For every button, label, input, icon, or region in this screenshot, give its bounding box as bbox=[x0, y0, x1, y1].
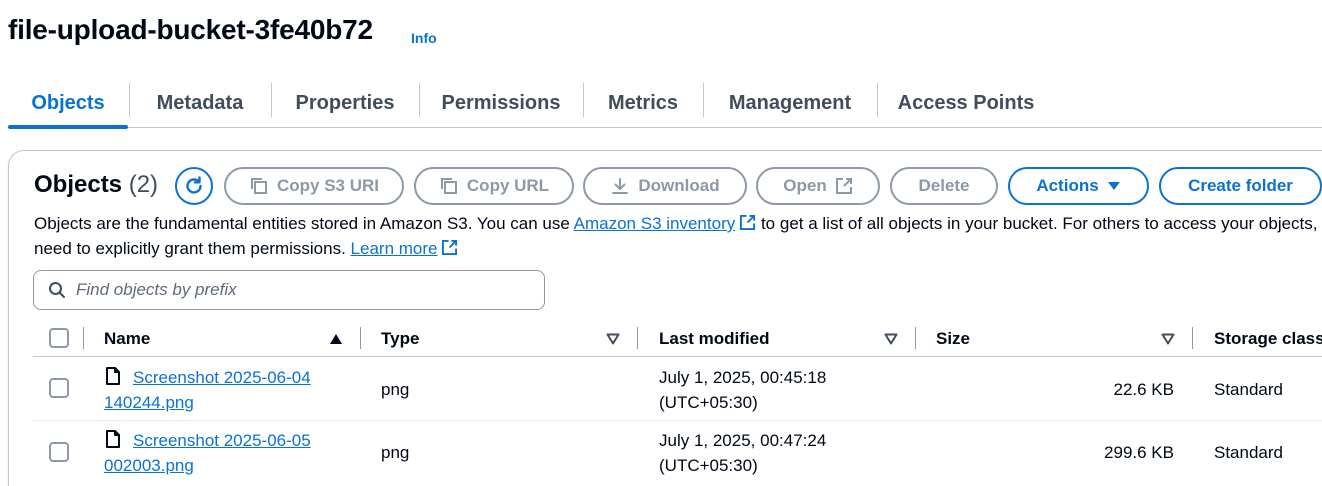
tab-bar: Objects Metadata Properties Permissions … bbox=[8, 78, 1322, 129]
column-divider[interactable] bbox=[360, 327, 361, 349]
column-header-name[interactable]: Name bbox=[104, 326, 150, 352]
open-button[interactable]: Open bbox=[756, 167, 880, 205]
tab-metrics[interactable]: Metrics bbox=[584, 78, 702, 128]
row-checkbox[interactable] bbox=[49, 378, 69, 398]
object-name-link[interactable]: 002003.png bbox=[104, 456, 194, 475]
table-row-size: 299.6 KB bbox=[1104, 443, 1174, 462]
modified-timezone: (UTC+05:30) bbox=[659, 456, 758, 475]
tab-management[interactable]: Management bbox=[704, 78, 876, 128]
modified-date: July 1, 2025, 00:47:24 bbox=[659, 431, 827, 450]
table-row-last-modified: July 1, 2025, 00:45:18 (UTC+05:30) bbox=[659, 365, 826, 415]
tab-metadata[interactable]: Metadata bbox=[130, 78, 270, 128]
table-row-type: png bbox=[381, 380, 410, 399]
modified-timezone: (UTC+05:30) bbox=[659, 393, 758, 412]
info-link[interactable]: Info bbox=[411, 30, 437, 46]
column-divider[interactable] bbox=[637, 327, 638, 349]
object-name-link[interactable]: 140244.png bbox=[104, 393, 194, 412]
tab-access-points[interactable]: Access Points bbox=[878, 78, 1054, 128]
column-divider[interactable] bbox=[1192, 327, 1193, 349]
sort-icon[interactable] bbox=[606, 333, 620, 345]
table-row-name[interactable]: Screenshot 2025-06-05 002003.png bbox=[104, 428, 311, 478]
sort-ascending-icon[interactable] bbox=[329, 333, 343, 345]
actions-label: Actions bbox=[1036, 176, 1099, 195]
column-divider bbox=[83, 327, 84, 349]
caret-down-icon bbox=[1107, 182, 1120, 190]
refresh-icon bbox=[186, 176, 202, 194]
table-header-divider bbox=[33, 356, 1322, 357]
row-checkbox[interactable] bbox=[49, 442, 69, 462]
table-row-name[interactable]: Screenshot 2025-06-04 140244.png bbox=[104, 365, 311, 415]
description-text: to get a list of all objects in your buc… bbox=[756, 214, 1322, 233]
download-icon bbox=[612, 178, 629, 194]
download-button[interactable]: Download bbox=[583, 167, 747, 205]
select-all-checkbox[interactable] bbox=[49, 328, 69, 348]
copy-url-label: Copy URL bbox=[466, 176, 550, 195]
sort-icon[interactable] bbox=[1161, 333, 1175, 345]
table-row-storage-class: Standard bbox=[1214, 380, 1283, 399]
copy-s3-uri-label: Copy S3 URI bbox=[276, 176, 380, 195]
description-text: Objects are the fundamental entities sto… bbox=[34, 214, 574, 233]
objects-description: Objects are the fundamental entities sto… bbox=[34, 211, 1322, 261]
copy-s3-uri-button[interactable]: Copy S3 URI bbox=[224, 167, 404, 205]
column-divider[interactable] bbox=[915, 327, 916, 349]
objects-count: (2) bbox=[128, 171, 159, 198]
external-link-icon bbox=[740, 214, 756, 231]
table-row-size: 22.6 KB bbox=[1113, 380, 1175, 399]
table-row-storage-class: Standard bbox=[1214, 443, 1283, 462]
s3-inventory-link[interactable]: Amazon S3 inventory bbox=[574, 214, 736, 233]
external-link-icon bbox=[442, 239, 458, 256]
column-header-storage-class[interactable]: Storage class bbox=[1214, 326, 1322, 352]
object-name-link[interactable]: Screenshot 2025-06-05 bbox=[133, 431, 311, 450]
refresh-button[interactable] bbox=[175, 167, 213, 205]
external-link-icon bbox=[835, 178, 852, 194]
bucket-title: file-upload-bucket-3fe40b72 bbox=[8, 14, 373, 45]
tab-permissions[interactable]: Permissions bbox=[420, 78, 582, 128]
objects-heading: Objects (2) bbox=[34, 171, 158, 199]
column-header-type[interactable]: Type bbox=[381, 326, 419, 352]
delete-label: Delete bbox=[918, 176, 970, 195]
row-divider bbox=[33, 420, 1322, 421]
table-row-type: png bbox=[381, 443, 410, 462]
table-row-last-modified: July 1, 2025, 00:47:24 (UTC+05:30) bbox=[659, 428, 826, 478]
create-folder-button[interactable]: Create folder bbox=[1159, 167, 1322, 205]
column-header-size[interactable]: Size bbox=[936, 326, 970, 352]
copy-icon bbox=[440, 178, 457, 194]
tab-objects[interactable]: Objects bbox=[8, 78, 128, 129]
search-icon bbox=[49, 282, 65, 298]
modified-date: July 1, 2025, 00:45:18 bbox=[659, 368, 827, 387]
actions-dropdown[interactable]: Actions bbox=[1008, 167, 1149, 205]
tab-properties[interactable]: Properties bbox=[272, 78, 418, 128]
search-box bbox=[33, 270, 545, 310]
learn-more-link[interactable]: Learn more bbox=[351, 239, 438, 258]
open-label: Open bbox=[783, 176, 827, 195]
object-name-link[interactable]: Screenshot 2025-06-04 bbox=[133, 368, 311, 387]
sort-icon[interactable] bbox=[884, 333, 898, 345]
description-text: need to explicitly grant them permission… bbox=[34, 239, 351, 258]
column-header-last-modified[interactable]: Last modified bbox=[659, 326, 770, 352]
copy-icon bbox=[250, 178, 267, 194]
copy-url-button[interactable]: Copy URL bbox=[414, 167, 574, 205]
create-folder-label: Create folder bbox=[1188, 176, 1293, 195]
search-input[interactable] bbox=[76, 280, 516, 300]
objects-heading-title: Objects bbox=[34, 171, 123, 198]
download-label: Download bbox=[638, 176, 720, 195]
delete-button[interactable]: Delete bbox=[890, 167, 998, 205]
